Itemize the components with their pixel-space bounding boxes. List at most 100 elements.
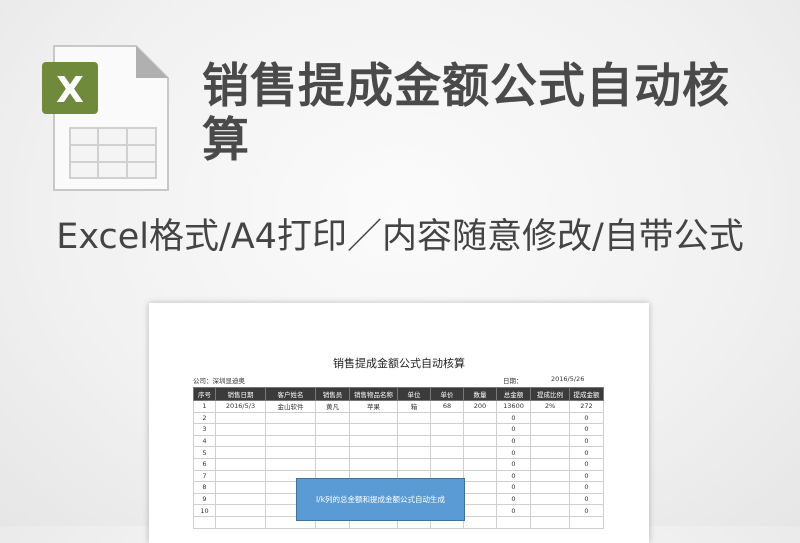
table-cell xyxy=(265,434,316,448)
page-subtitle: Excel格式/A4打印／内容随意修改/自带公式 xyxy=(56,217,744,257)
table-cell xyxy=(463,481,497,494)
table-cell: 0 xyxy=(569,423,604,436)
table-cell xyxy=(315,411,350,425)
table-cell: 0 xyxy=(569,457,604,471)
table-cell xyxy=(397,411,431,425)
table-cell xyxy=(463,504,497,517)
table-cell xyxy=(530,457,570,471)
table-cell: 0 xyxy=(569,504,604,517)
table-cell: 13600 xyxy=(496,400,531,413)
table-cell xyxy=(463,457,497,471)
table-cell xyxy=(430,423,464,436)
table-cell xyxy=(349,457,398,471)
table-cell: 0 xyxy=(569,434,604,448)
table-cell xyxy=(315,423,350,436)
table-row: 2 0 0 xyxy=(193,411,604,425)
table-cell xyxy=(530,469,570,483)
column-header: 提成比例 xyxy=(530,387,570,401)
table-cell: 6 xyxy=(193,457,216,471)
table-cell xyxy=(463,434,497,448)
table-cell xyxy=(265,457,316,471)
table-cell xyxy=(215,411,266,425)
table-cell xyxy=(315,446,350,459)
table-cell xyxy=(463,411,497,425)
table-cell: 0 xyxy=(496,434,531,448)
table-cell xyxy=(349,411,398,425)
table-cell xyxy=(569,515,604,529)
table-row: 1 2016/5/3 金山软件 黄凡 苹果箱 68 200 13600 2% 272 xyxy=(193,400,604,413)
table-cell xyxy=(496,515,531,529)
table-row: 4 0 0 xyxy=(193,434,604,448)
table-cell xyxy=(397,423,431,436)
excel-file-icon: X xyxy=(42,45,169,191)
column-header: 序号 xyxy=(193,387,216,401)
table-cell: 272 xyxy=(569,400,604,413)
table-cell xyxy=(530,504,570,517)
table-cell: 苹果 xyxy=(349,400,398,413)
table-cell xyxy=(215,446,266,459)
table-cell: 4 xyxy=(193,434,216,448)
table-cell xyxy=(530,423,570,436)
table-cell xyxy=(463,469,497,483)
column-header: 销售员 xyxy=(315,387,350,401)
table-cell xyxy=(193,515,216,529)
table-cell: 0 xyxy=(496,481,531,494)
table-cell xyxy=(215,434,266,448)
table-cell xyxy=(215,481,266,494)
table-cell: 2016/5/3 xyxy=(215,400,266,413)
table-cell: 0 xyxy=(496,423,531,436)
table-cell: 箱 xyxy=(397,400,431,413)
table-cell xyxy=(349,446,398,459)
table-cell: 0 xyxy=(569,481,604,494)
sheet-title: 销售提成金额公式自动核算 xyxy=(333,357,465,370)
table-cell: 0 xyxy=(496,504,531,517)
table-cell: 9 xyxy=(193,492,216,506)
table-cell xyxy=(530,492,570,506)
table-cell: 0 xyxy=(496,492,531,506)
table-cell xyxy=(430,411,464,425)
table-cell: 10 xyxy=(193,504,216,517)
column-header: 单价 xyxy=(430,387,464,401)
table-cell: 0 xyxy=(569,469,604,483)
table-cell xyxy=(530,515,570,529)
table-cell xyxy=(215,469,266,483)
table-cell: 3 xyxy=(193,423,216,436)
table-cell: 金山软件 xyxy=(265,400,316,413)
table-cell: 5 xyxy=(193,446,216,459)
table-cell xyxy=(463,492,497,506)
date-value: 2016/5/26 xyxy=(551,375,585,383)
table-header-row: 序号 销售日期 客户姓名 销售员 销售物品名称 单位 单价 数量 总金额 提成比例 提成金额 xyxy=(193,387,604,401)
table-cell xyxy=(463,446,497,459)
column-header: 客户姓名 xyxy=(265,387,316,401)
table-cell xyxy=(430,434,464,448)
table-cell: 0 xyxy=(496,457,531,471)
table-cell xyxy=(215,423,266,436)
table-cell: 2% xyxy=(530,400,570,413)
table-cell xyxy=(265,446,316,459)
table-cell: 8 xyxy=(193,481,216,494)
column-header: 销售物品名称 xyxy=(349,387,398,401)
table-cell xyxy=(215,492,266,506)
column-header: 单位 xyxy=(397,387,431,401)
table-cell: 黄凡 xyxy=(315,400,350,413)
table-cell: 0 xyxy=(496,469,531,483)
excel-x-letter: X xyxy=(56,70,84,111)
table-cell xyxy=(530,434,570,448)
table-cell xyxy=(430,457,464,471)
table-cell xyxy=(463,423,497,436)
formula-callout: I/k列的总金额和提成金额公式自动生成 xyxy=(296,478,465,521)
table-row: 3 0 0 xyxy=(193,423,604,436)
table-cell: 2 xyxy=(193,411,216,425)
company-label: 公司：深圳显迪奥 xyxy=(193,377,245,385)
table-cell: 7 xyxy=(193,469,216,483)
date-label: 日期： xyxy=(503,377,523,385)
table-cell: 0 xyxy=(569,446,604,459)
table-cell xyxy=(530,411,570,425)
table-cell: 200 xyxy=(463,400,497,413)
table-cell: 0 xyxy=(496,411,531,425)
table-cell xyxy=(265,411,316,425)
table-cell xyxy=(215,515,266,529)
column-header: 总金额 xyxy=(496,387,531,401)
table-cell: 1 xyxy=(193,400,216,413)
table-cell xyxy=(215,504,266,517)
